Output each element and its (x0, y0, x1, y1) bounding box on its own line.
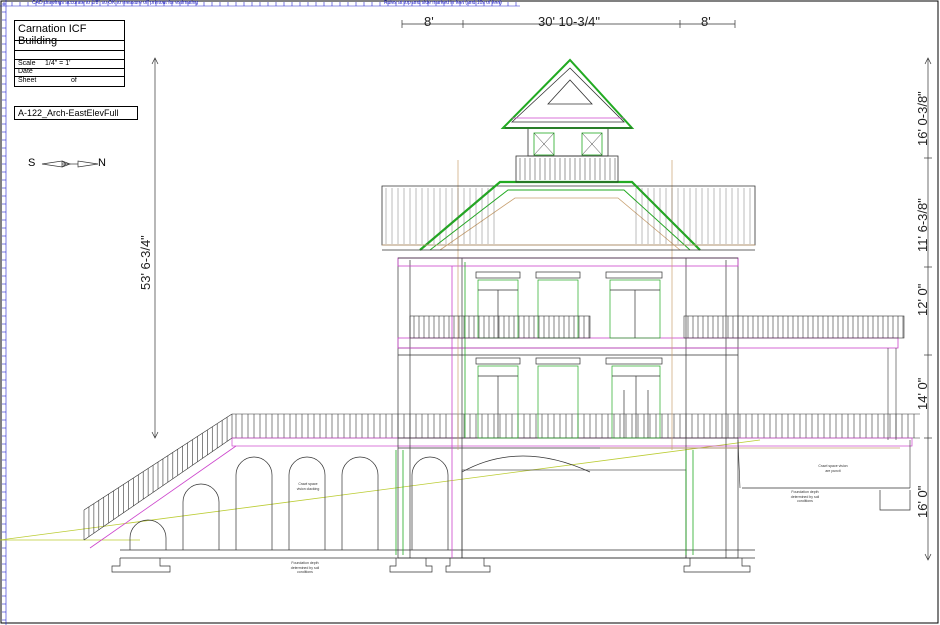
compass-north: N (98, 157, 106, 169)
house-green-lines (395, 262, 694, 555)
tb-divider (15, 50, 124, 51)
date-label: Date (18, 68, 33, 75)
dim-overall-height: 53' 6-3/4" (138, 235, 153, 290)
scale-label: Scale (18, 60, 36, 67)
scale-value: 1/4" = 1' (45, 60, 71, 67)
compass-south: S (28, 157, 36, 169)
tb-divider (15, 40, 124, 41)
sheet-of: of (71, 77, 77, 84)
project-title: Carnation ICF Building (18, 23, 87, 47)
dim-right-1: 16' 0-3/8" (915, 91, 930, 146)
dim-right-5: 16' 0" (915, 485, 930, 518)
dim-right-2: 11' 6-3/8" (915, 198, 930, 252)
sheet-id: A-122_Arch-EastElevFull (14, 106, 138, 120)
lower-windows (475, 357, 663, 439)
dim-top-center: 30' 10-3/4" (538, 14, 601, 29)
lower-wall (461, 469, 687, 559)
main-roof (381, 180, 756, 259)
dim-right-4: 14' 0" (915, 377, 930, 410)
dim-top-right: 8' (701, 14, 711, 29)
upper-balcony-rail (409, 315, 905, 339)
dim-right-3: 12' 0" (915, 283, 930, 316)
note-crawl-left: Crawl space vision clacking (296, 482, 320, 491)
note-foundation-center: Foundation depth determined by soil cond… (290, 561, 320, 574)
cupola (500, 58, 635, 183)
elevation-drawing (0, 0, 939, 625)
compass-arrow (41, 160, 99, 168)
note-foundation-right: Foundation depth determined by soil cond… (790, 490, 820, 503)
lower-arch (461, 455, 591, 473)
dim-top-left: 8' (424, 14, 434, 29)
grade-line (0, 439, 761, 541)
title-block: Carnation ICF Building Scale 1/4" = 1' D… (14, 20, 125, 87)
left-ruler (2, 0, 7, 625)
sheet-border (0, 0, 939, 624)
note-crawl-right: Crawl space vision are puncti (818, 464, 848, 473)
exterior-stair (83, 413, 233, 541)
lower-deck-band (231, 437, 913, 447)
lower-deck-rail (232, 413, 920, 439)
sheet-label: Sheet (18, 77, 37, 84)
foundation-arches (120, 456, 755, 559)
house-body (397, 257, 739, 559)
ruler-note-left: CAD drawings accurate to 1/8" so OK to m… (32, 0, 199, 6)
house-tan-lines (457, 160, 900, 450)
ruler-note-center: Rules at top and side marked in feet (an… (384, 0, 502, 6)
